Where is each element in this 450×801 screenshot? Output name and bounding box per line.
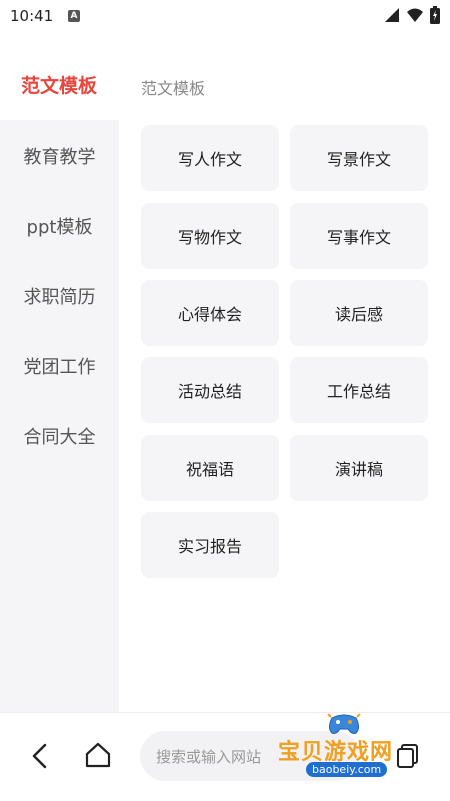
tile-label: 写人作文 xyxy=(177,150,242,169)
watermark-url: baobeiy.com xyxy=(306,762,388,777)
tile-label: 心得体会 xyxy=(177,305,242,324)
tile-activity-summary[interactable]: 活动总结 xyxy=(141,357,279,423)
tile-label: 活动总结 xyxy=(177,382,242,401)
tile-label: 工作总结 xyxy=(326,382,391,401)
battery-icon xyxy=(430,6,440,24)
tile-label: 写景作文 xyxy=(326,150,391,169)
category-title[interactable]: 范文模板 xyxy=(21,71,97,98)
tile-speech[interactable]: 演讲稿 xyxy=(290,435,428,501)
tile-people-essay[interactable]: 写人作文 xyxy=(141,125,279,191)
tile-book-review[interactable]: 读后感 xyxy=(290,280,428,346)
tile-label: 写事作文 xyxy=(326,228,391,247)
tile-label: 写物作文 xyxy=(177,228,242,247)
status-time: 10:41 xyxy=(10,7,54,25)
status-bar: 10:41 A xyxy=(0,0,450,32)
sidebar-item-contracts[interactable]: 合同大全 xyxy=(0,423,119,449)
sidebar: 教育教学 ppt模板 求职简历 党团工作 合同大全 xyxy=(0,120,119,713)
tile-label: 演讲稿 xyxy=(334,460,383,479)
tile-internship-report[interactable]: 实习报告 xyxy=(141,512,279,578)
tile-label: 实习报告 xyxy=(177,537,242,556)
tile-work-summary[interactable]: 工作总结 xyxy=(290,357,428,423)
gamepad-icon xyxy=(327,713,361,734)
sidebar-item-party-work[interactable]: 党团工作 xyxy=(0,353,119,379)
tile-object-essay[interactable]: 写物作文 xyxy=(141,203,279,269)
tile-label: 读后感 xyxy=(334,305,383,324)
wifi-icon xyxy=(407,8,423,22)
home-icon[interactable] xyxy=(84,742,112,768)
app-notification-icon: A xyxy=(68,10,80,22)
tile-event-essay[interactable]: 写事作文 xyxy=(290,203,428,269)
system-icons xyxy=(384,6,440,24)
sidebar-item-ppt[interactable]: ppt模板 xyxy=(0,213,119,239)
signal-icon xyxy=(385,8,399,22)
tile-label: 祝福语 xyxy=(185,460,234,479)
back-icon[interactable] xyxy=(30,743,50,769)
subcategory-title: 范文模板 xyxy=(141,79,206,98)
tile-scenery-essay[interactable]: 写景作文 xyxy=(290,125,428,191)
sidebar-item-resume[interactable]: 求职简历 xyxy=(0,283,119,309)
tile-blessings[interactable]: 祝福语 xyxy=(141,435,279,501)
sidebar-item-education[interactable]: 教育教学 xyxy=(0,143,119,169)
tile-reflections[interactable]: 心得体会 xyxy=(141,280,279,346)
search-placeholder: 搜索或输入网站 xyxy=(156,747,262,766)
watermark: 宝贝游戏网 baobeiy.com xyxy=(278,710,438,780)
